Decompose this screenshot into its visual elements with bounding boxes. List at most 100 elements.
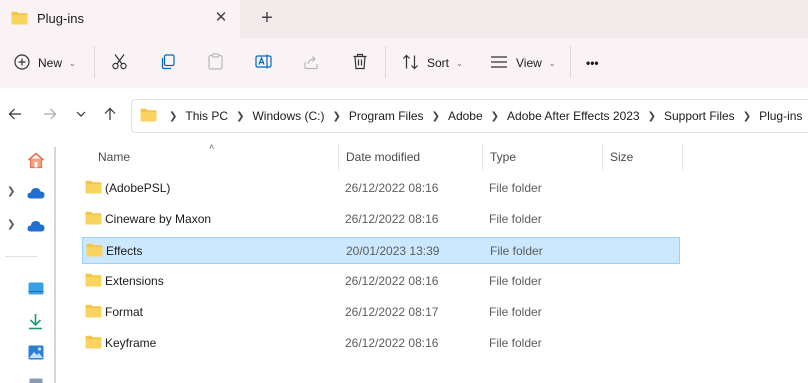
- chevron-right-icon[interactable]: ❯: [743, 111, 751, 122]
- chevron-right-icon[interactable]: ❯: [648, 111, 656, 122]
- file-date-modified: 20/01/2023 13:39: [346, 244, 440, 258]
- divider: [94, 46, 95, 78]
- desktop-icon[interactable]: [28, 282, 44, 298]
- column-size[interactable]: Size: [610, 150, 633, 164]
- arrow-right-icon: [44, 108, 57, 120]
- file-row[interactable]: Cineware by Maxon 26/12/2022 08:16 File fo…: [82, 206, 680, 233]
- column-header-row: ˄ Name Date modified Type Size: [62, 142, 808, 172]
- file-type: File folder: [489, 305, 542, 319]
- tab-plug-ins[interactable]: Plug-ins ✕: [0, 0, 240, 38]
- folder-icon: [85, 273, 102, 290]
- column-divider[interactable]: [338, 144, 339, 170]
- nav-divider: [5, 256, 37, 257]
- file-row[interactable]: (AdobePSL) 26/12/2022 08:16 File folder: [82, 175, 680, 202]
- sort-label: Sort: [427, 56, 450, 70]
- expand-chevron-icon[interactable]: ❯: [7, 186, 15, 197]
- folder-icon: [85, 180, 102, 197]
- new-label: New: [38, 56, 63, 70]
- back-button[interactable]: [6, 107, 24, 125]
- share-icon: [303, 54, 319, 73]
- tab-title: Plug-ins: [37, 11, 84, 26]
- breadcrumb-item[interactable]: Windows (C:): [252, 109, 324, 123]
- breadcrumb-item[interactable]: Support Files: [664, 109, 735, 123]
- tab-bar: Plug-ins ✕ +: [0, 0, 808, 38]
- up-button[interactable]: [101, 107, 119, 125]
- onedrive-icon[interactable]: [27, 187, 45, 202]
- breadcrumb-item[interactable]: Plug-ins: [759, 109, 802, 123]
- rename-button[interactable]: [255, 38, 272, 88]
- file-name: Cineware by Maxon: [105, 212, 212, 226]
- copy-button[interactable]: [160, 38, 176, 88]
- chevron-right-icon[interactable]: ❯: [491, 111, 499, 122]
- chevron-down-icon: [76, 111, 86, 117]
- address-row: ❯ This PC ❯ Windows (C:) ❯ Program Files…: [0, 88, 808, 142]
- file-name: (AdobePSL): [105, 181, 171, 195]
- new-button[interactable]: New ⌄: [14, 38, 76, 88]
- file-date-modified: 26/12/2022 08:16: [345, 274, 439, 288]
- expand-chevron-icon[interactable]: ❯: [7, 219, 15, 230]
- arrow-up-icon: [104, 107, 116, 120]
- chevron-right-icon[interactable]: ❯: [432, 111, 440, 122]
- scissors-icon: [111, 53, 128, 73]
- nav-scrollbar[interactable]: [54, 147, 56, 383]
- file-date-modified: 26/12/2022 08:16: [345, 212, 439, 226]
- file-date-modified: 26/12/2022 08:16: [345, 181, 439, 195]
- column-type[interactable]: Type: [490, 150, 516, 164]
- file-row[interactable]: Extensions 26/12/2022 08:16 File folder: [82, 268, 680, 295]
- column-divider[interactable]: [482, 144, 483, 170]
- rename-icon: [255, 53, 272, 73]
- share-button[interactable]: [303, 38, 319, 88]
- new-tab-button[interactable]: +: [258, 8, 276, 28]
- chevron-down-icon: ⌄: [456, 58, 463, 68]
- close-tab-icon[interactable]: ✕: [213, 9, 229, 27]
- divider: [570, 46, 571, 78]
- chevron-right-icon[interactable]: ❯: [169, 111, 177, 122]
- folder-icon: [85, 211, 102, 228]
- folder-icon: [140, 108, 157, 125]
- file-type: File folder: [489, 274, 542, 288]
- column-date-modified[interactable]: Date modified: [346, 150, 420, 164]
- chevron-down-icon: ⌄: [69, 58, 76, 68]
- file-row[interactable]: Effects 20/01/2023 13:39 File folder: [82, 237, 680, 264]
- breadcrumb-item[interactable]: Adobe: [448, 109, 483, 123]
- view-label: View: [516, 56, 542, 70]
- documents-icon[interactable]: [29, 375, 43, 383]
- home-icon[interactable]: [27, 152, 45, 172]
- more-options-button[interactable]: •••: [586, 38, 599, 88]
- breadcrumb-item[interactable]: Program Files: [349, 109, 424, 123]
- file-date-modified: 26/12/2022 08:17: [345, 305, 439, 319]
- forward-button[interactable]: [41, 107, 59, 125]
- column-name[interactable]: Name: [98, 150, 130, 164]
- breadcrumb: ❯ This PC ❯ Windows (C:) ❯ Program Files…: [140, 100, 802, 132]
- folder-icon: [86, 243, 103, 260]
- downloads-icon[interactable]: [28, 313, 43, 333]
- chevron-right-icon[interactable]: ❯: [332, 111, 340, 122]
- column-divider[interactable]: [602, 144, 603, 170]
- chevron-down-icon: ⌄: [548, 58, 556, 68]
- file-name: Extensions: [105, 274, 164, 288]
- list-view-icon: [490, 55, 508, 72]
- file-type: File folder: [489, 212, 542, 226]
- more-icon: •••: [586, 56, 599, 70]
- sort-icon: [402, 54, 419, 73]
- file-row[interactable]: Keyframe 26/12/2022 08:16 File folder: [82, 330, 680, 357]
- breadcrumb-item[interactable]: This PC: [185, 109, 228, 123]
- file-row[interactable]: Format 26/12/2022 08:17 File folder: [82, 299, 680, 326]
- chevron-right-icon[interactable]: ❯: [236, 111, 244, 122]
- paste-button[interactable]: [208, 38, 223, 88]
- onedrive-icon[interactable]: [27, 220, 45, 235]
- column-divider[interactable]: [682, 144, 683, 170]
- sort-button[interactable]: Sort ⌄: [402, 38, 463, 88]
- folder-icon: [85, 304, 102, 321]
- recent-locations-button[interactable]: [72, 107, 90, 125]
- pictures-icon[interactable]: [28, 345, 44, 363]
- address-bar[interactable]: ❯ This PC ❯ Windows (C:) ❯ Program Files…: [131, 99, 808, 133]
- view-button[interactable]: View ⌄: [490, 38, 556, 88]
- breadcrumb-item[interactable]: Adobe After Effects 2023: [507, 109, 640, 123]
- file-type: File folder: [490, 244, 543, 258]
- command-bar: New ⌄ Sort ⌄ View ⌄ •••: [0, 38, 808, 88]
- file-type: File folder: [489, 181, 542, 195]
- cut-button[interactable]: [111, 38, 128, 88]
- file-type: File folder: [489, 336, 542, 350]
- delete-button[interactable]: [352, 38, 368, 88]
